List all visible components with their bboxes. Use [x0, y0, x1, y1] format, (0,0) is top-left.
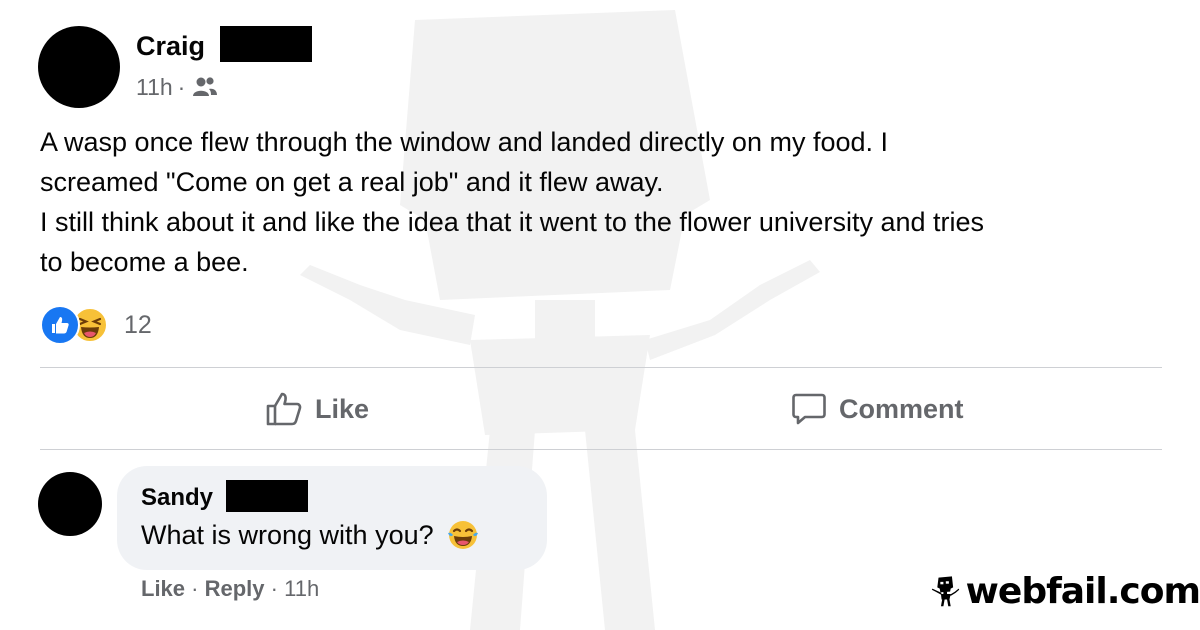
meta-separator: · — [177, 74, 186, 100]
webfail-mascot-icon — [931, 576, 960, 607]
post-line: A wasp once flew through the window and … — [40, 127, 889, 157]
comment-like-link[interactable]: Like — [141, 576, 185, 601]
comment-time[interactable]: 11h — [284, 576, 319, 601]
post-line: screamed "Come on get a real job" and it… — [40, 167, 664, 197]
commenter-name[interactable]: Sandy — [141, 483, 213, 513]
post-body: A wasp once flew through the window and … — [40, 122, 1160, 282]
comment-text-content: What is wrong with you? — [141, 520, 434, 550]
comment-actions-separator: · — [270, 576, 278, 601]
post-meta: 11h · — [136, 72, 218, 102]
comment-actions-separator: · — [191, 576, 199, 601]
post-time[interactable]: 11h — [136, 72, 173, 102]
comment-reply-link[interactable]: Reply — [205, 576, 265, 601]
reaction-count: 12 — [124, 310, 152, 339]
author-avatar[interactable] — [38, 26, 120, 108]
tears-of-joy-icon — [447, 521, 478, 549]
commenter-avatar[interactable] — [38, 472, 102, 536]
comment-actions: Like · Reply · 11h — [141, 575, 319, 603]
webfail-watermark: webfail.com — [930, 565, 1200, 617]
thumbs-up-icon — [266, 392, 302, 426]
post-line: to become a bee. — [40, 247, 249, 277]
like-button[interactable]: Like — [265, 384, 369, 434]
comment-bubble-icon — [792, 393, 826, 425]
like-reaction-icon — [40, 305, 80, 345]
comment-button-label: Comment — [839, 393, 964, 424]
redacted-surname — [226, 480, 308, 512]
webfail-brand-text: webfail.com — [965, 570, 1200, 612]
comment-text: What is wrong with you? — [141, 517, 480, 553]
divider-top — [40, 367, 1162, 368]
friends-icon[interactable] — [192, 76, 218, 98]
post-line: I still think about it and like the idea… — [40, 207, 984, 237]
reactions-summary[interactable]: 12 — [40, 305, 152, 345]
like-button-label: Like — [315, 393, 370, 424]
comment-button[interactable]: Comment — [791, 384, 964, 434]
divider-bottom — [40, 449, 1162, 450]
author-name[interactable]: Craig — [136, 30, 205, 62]
redacted-surname — [220, 26, 312, 62]
